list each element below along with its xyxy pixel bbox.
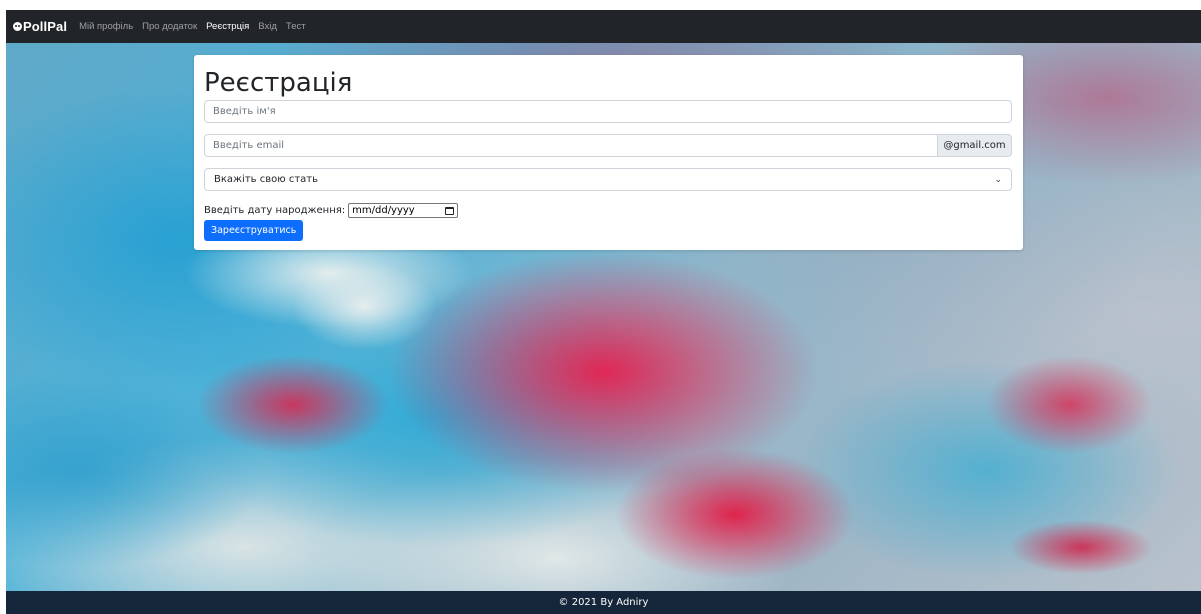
page-title: Реєстрація <box>204 68 353 98</box>
registration-card: Реєстрація @gmail.com Вкажіть свою стать… <box>194 55 1023 250</box>
smiley-icon <box>13 22 22 31</box>
email-domain-addon: @gmail.com <box>938 134 1012 157</box>
email-input[interactable] <box>205 135 937 156</box>
name-input[interactable] <box>205 101 1011 122</box>
nav-link-about[interactable]: Про додаток <box>142 21 197 32</box>
gender-select[interactable]: Вкажіть свою стать ⌄ <box>204 168 1012 191</box>
dob-label: Введіть дату народження: <box>204 205 346 216</box>
dob-row: Введіть дату народження: mm/dd/yyyy <box>204 203 459 218</box>
brand-logo[interactable]: PollPal <box>13 19 67 34</box>
nav-link-login[interactable]: Вхід <box>258 21 277 32</box>
email-field-wrapper <box>204 134 938 157</box>
calendar-icon[interactable] <box>445 206 455 215</box>
nav-link-registration[interactable]: Реєстрція <box>206 21 249 32</box>
footer-copyright: © 2021 By Adniry <box>558 597 649 608</box>
brand-name: PollPal <box>23 19 68 34</box>
page-footer: © 2021 By Adniry <box>6 591 1201 614</box>
chevron-down-icon: ⌄ <box>994 174 1002 185</box>
nav-link-test[interactable]: Тест <box>286 21 306 32</box>
top-navbar: PollPal Мій профіль Про додаток Реєстрці… <box>6 10 1201 43</box>
register-button[interactable]: Зареєструватись <box>204 220 304 241</box>
gender-select-value: Вкажіть свою стать <box>214 174 318 185</box>
dob-date-input[interactable]: mm/dd/yyyy <box>348 203 459 218</box>
name-field-wrapper <box>204 100 1012 123</box>
email-input-group: @gmail.com <box>204 134 1012 157</box>
dob-date-value: mm/dd/yyyy <box>352 205 415 216</box>
nav-link-profile[interactable]: Мій профіль <box>79 21 133 32</box>
